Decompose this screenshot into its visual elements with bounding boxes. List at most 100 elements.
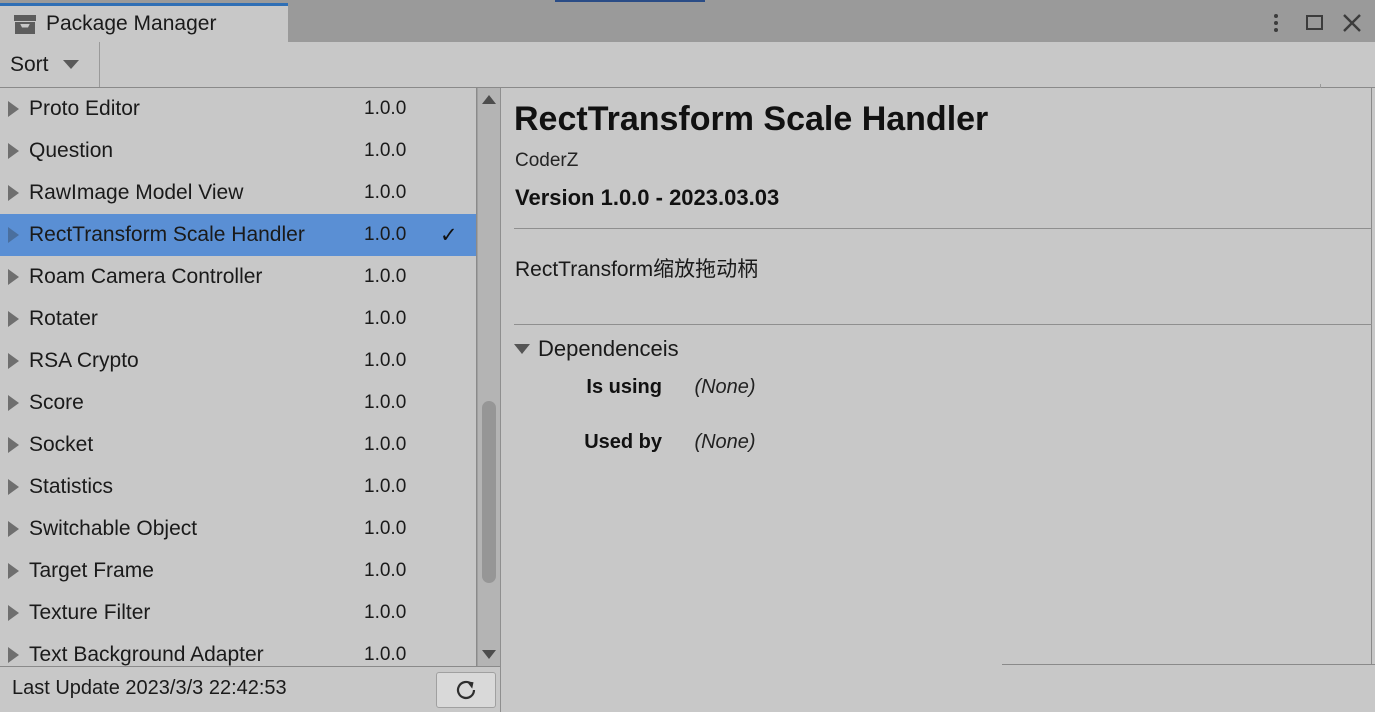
package-list-item[interactable]: RawImage Model View 1.0.0 [0, 172, 476, 214]
expand-arrow-icon[interactable] [8, 395, 19, 411]
package-version: 1.0.0 [364, 560, 407, 581]
package-list-item[interactable]: Question 1.0.0 [0, 130, 476, 172]
more-options-button[interactable] [1259, 6, 1293, 40]
package-list-item[interactable]: Score 1.0.0 [0, 382, 476, 424]
package-list-scrollbar[interactable] [477, 88, 500, 666]
package-list-item[interactable]: RectTransform Scale Handler 1.0.0 ✓ [0, 214, 476, 256]
package-name: Switchable Object [29, 517, 198, 540]
package-list-item[interactable]: Text Background Adapter 1.0.0 [0, 634, 476, 666]
package-version: 1.0.0 [364, 476, 407, 497]
chevron-down-icon [514, 344, 530, 354]
package-list-item[interactable]: Texture Filter 1.0.0 [0, 592, 476, 634]
package-list[interactable]: Proto Editor 1.0.0 Question 1.0.0 RawImage M… [0, 88, 476, 666]
package-name: Rotater [29, 307, 98, 330]
package-list-item[interactable]: Rotater 1.0.0 [0, 298, 476, 340]
package-list-item[interactable]: Statistics 1.0.0 [0, 466, 476, 508]
package-name: Score [29, 391, 84, 414]
package-version-line: Version 1.0.0 - 2023.03.03 [515, 185, 780, 210]
package-list-item[interactable]: Target Frame 1.0.0 [0, 550, 476, 592]
package-name: RectTransform Scale Handler [29, 223, 305, 246]
expand-arrow-icon[interactable] [8, 437, 19, 453]
refresh-button[interactable] [436, 672, 496, 708]
expand-arrow-icon[interactable] [8, 101, 19, 117]
scroll-down-arrow-icon[interactable] [482, 650, 496, 659]
dependency-label: Used by [584, 431, 662, 453]
package-version: 1.0.0 [364, 350, 407, 371]
expand-arrow-icon[interactable] [8, 521, 19, 537]
dependencies-section-header[interactable]: Dependenceis [514, 336, 679, 362]
toolbar: Sort ? [0, 42, 1375, 130]
maximize-icon [1305, 15, 1323, 30]
main-split: Proto Editor 1.0.0 Question 1.0.0 RawImage M… [0, 88, 1375, 712]
expand-arrow-icon[interactable] [8, 227, 19, 243]
close-icon [1343, 13, 1361, 32]
dependencies-title: Dependenceis [538, 336, 679, 361]
dependency-value: (None) [694, 431, 756, 453]
package-description: RectTransform缩放拖动柄 [515, 258, 759, 281]
status-bar: Last Update 2023/3/3 22:42:53 [0, 666, 500, 712]
tab-package-manager[interactable]: Package Manager [0, 3, 288, 42]
maximize-button[interactable] [1297, 6, 1331, 40]
package-version: 1.0.0 [364, 602, 407, 623]
expand-arrow-icon[interactable] [8, 647, 19, 663]
last-update-label: Last Update 2023/3/3 22:42:53 [12, 677, 287, 699]
expand-arrow-icon[interactable] [8, 479, 19, 495]
expand-arrow-icon[interactable] [8, 143, 19, 159]
scrollbar-thumb[interactable] [482, 401, 496, 583]
package-version: 1.0.0 [364, 182, 407, 203]
divider-middle [514, 324, 1372, 325]
sort-dropdown[interactable]: Sort [0, 42, 100, 87]
expand-arrow-icon[interactable] [8, 563, 19, 579]
window-controls [1259, 3, 1369, 42]
dependency-value: (None) [694, 376, 756, 398]
package-version: 1.0.0 [364, 392, 407, 413]
package-author: CoderZ [515, 150, 579, 171]
page-title: RectTransform Scale Handler [514, 100, 989, 138]
expand-arrow-icon[interactable] [8, 185, 19, 201]
chevron-down-icon [62, 60, 79, 69]
package-list-item[interactable]: Socket 1.0.0 [0, 424, 476, 466]
package-list-item[interactable]: Roam Camera Controller 1.0.0 [0, 256, 476, 298]
scroll-up-arrow-icon[interactable] [482, 95, 496, 104]
refresh-icon [456, 680, 476, 699]
package-version: 1.0.0 [364, 266, 407, 287]
installed-check-icon: ✓ [440, 223, 458, 247]
package-name: Roam Camera Controller [29, 265, 263, 288]
package-version: 1.0.0 [364, 98, 407, 119]
package-version: 1.0.0 [364, 308, 407, 329]
package-name: Socket [29, 433, 94, 456]
clipped-toolbar-sliver [555, 0, 705, 2]
detail-action-bar: Remove [1002, 664, 1375, 712]
package-box-icon [14, 14, 36, 34]
package-name: Statistics [29, 475, 114, 498]
package-detail-content: RectTransform Scale Handler CoderZ Versi… [501, 88, 1372, 664]
package-list-item[interactable]: Switchable Object 1.0.0 [0, 508, 476, 550]
divider-top [514, 228, 1372, 229]
expand-arrow-icon[interactable] [8, 311, 19, 327]
package-list-item[interactable]: RSA Crypto 1.0.0 [0, 340, 476, 382]
package-name: RawImage Model View [29, 181, 244, 204]
package-version: 1.0.0 [364, 224, 407, 245]
package-detail-panel: RectTransform Scale Handler CoderZ Versi… [501, 88, 1375, 712]
package-version: 1.0.0 [364, 434, 407, 455]
dependency-row-used-by: Used by (None) [547, 431, 756, 454]
package-name: Target Frame [29, 559, 154, 582]
package-version: 1.0.0 [364, 518, 407, 539]
expand-arrow-icon[interactable] [8, 353, 19, 369]
close-button[interactable] [1335, 6, 1369, 40]
package-name: Question [29, 139, 114, 162]
dependency-label: Is using [586, 376, 662, 398]
package-version: 1.0.0 [364, 140, 407, 161]
expand-arrow-icon[interactable] [8, 269, 19, 285]
more-options-icon [1274, 13, 1278, 32]
package-name: Text Background Adapter [29, 643, 264, 666]
package-version: 1.0.0 [364, 644, 407, 665]
package-name: RSA Crypto [29, 349, 139, 372]
package-name: Texture Filter [29, 601, 151, 624]
package-list-item[interactable]: Proto Editor 1.0.0 [0, 88, 476, 130]
package-manager-window: Package Manager Sort ? Proto Editor 1.0.0… [0, 0, 1375, 712]
expand-arrow-icon[interactable] [8, 605, 19, 621]
package-name: Proto Editor [29, 97, 140, 120]
sort-label: Sort [10, 52, 49, 76]
package-list-panel: Proto Editor 1.0.0 Question 1.0.0 RawImage M… [0, 88, 500, 712]
